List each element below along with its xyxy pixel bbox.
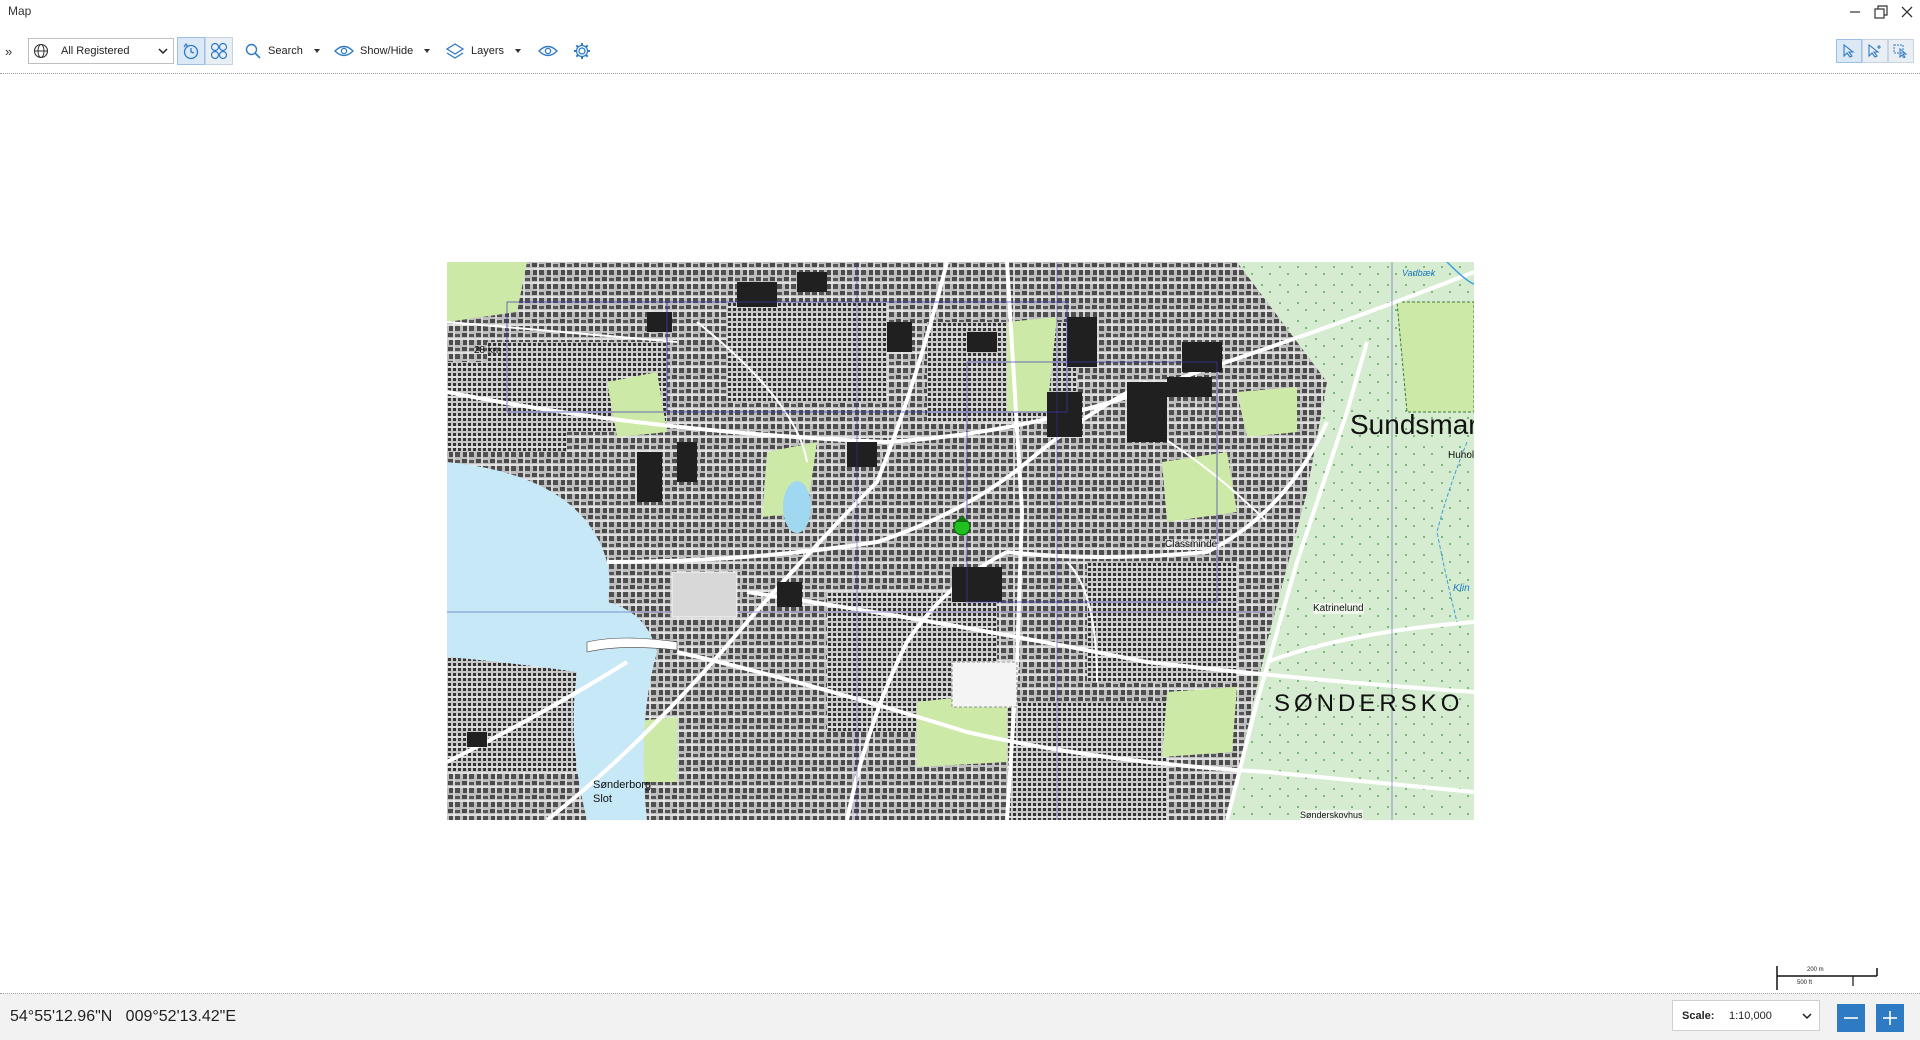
map-label-distance: 28 km bbox=[474, 345, 502, 356]
expand-panel-button[interactable]: » bbox=[5, 36, 19, 66]
close-icon bbox=[1901, 6, 1913, 18]
scale-bar-top-label: 200 m bbox=[1807, 967, 1824, 973]
longitude-value: 009°52'13.42"E bbox=[125, 1008, 237, 1025]
map-label-vadbaek: Vadbæk bbox=[1402, 268, 1436, 278]
map-label-sundsmark: Sundsmar bbox=[1350, 409, 1474, 440]
map-label-katrinelund: Katrinelund bbox=[1313, 603, 1364, 614]
eye-icon bbox=[538, 45, 558, 57]
scale-bar-graphic bbox=[1776, 966, 1878, 990]
cluster-icon bbox=[210, 42, 228, 60]
showhide-label: Show/Hide bbox=[360, 45, 414, 57]
caret-down-icon bbox=[515, 49, 522, 53]
restore-icon bbox=[1874, 5, 1888, 19]
cursor-plus-icon bbox=[1868, 44, 1881, 58]
registration-filter-value: All Registered bbox=[61, 45, 130, 57]
map-label-huhol: Huhol bbox=[1448, 450, 1474, 461]
zoom-out-button[interactable] bbox=[1837, 1004, 1865, 1032]
map-canvas[interactable]: 28 km Sundsmar Huhol Classminde Katrinel… bbox=[447, 262, 1474, 820]
toolbar-divider bbox=[0, 73, 1920, 74]
search-menu-button[interactable]: Search bbox=[244, 36, 321, 66]
cursor-icon bbox=[1843, 44, 1855, 58]
title-bar: Map bbox=[0, 0, 1920, 24]
eye-icon bbox=[334, 45, 354, 57]
showhide-menu-button[interactable]: Show/Hide bbox=[334, 36, 431, 66]
area-select-icon bbox=[1893, 44, 1908, 58]
minimize-button[interactable] bbox=[1842, 0, 1868, 24]
scale-label: Scale: bbox=[1682, 1010, 1715, 1022]
map-label-slot: Slot bbox=[593, 793, 612, 805]
minimize-icon bbox=[1850, 11, 1860, 13]
gear-icon bbox=[574, 43, 590, 59]
visibility-button[interactable] bbox=[538, 36, 558, 66]
scale-bar-bottom-label: 500 ft bbox=[1797, 980, 1813, 986]
toolbar: » All Registered Search Show/Hide Layers bbox=[0, 36, 1920, 66]
close-button[interactable] bbox=[1894, 0, 1920, 24]
scale-bar: 200 m 500 ft bbox=[1775, 960, 1879, 990]
map-label-sonderskov: SØNDERSKO bbox=[1274, 690, 1464, 717]
layers-icon bbox=[445, 43, 465, 59]
map-label-sonderborg: Sønderborg bbox=[593, 779, 652, 791]
registration-filter-select[interactable]: All Registered bbox=[28, 38, 174, 64]
search-icon bbox=[245, 43, 261, 59]
plus-icon bbox=[1883, 1011, 1897, 1025]
window-controls bbox=[1842, 0, 1920, 24]
map-label-sonderskovhus: Sønderskovhus bbox=[1300, 810, 1363, 820]
multi-select-tool-button[interactable] bbox=[1862, 39, 1888, 63]
caret-down-icon bbox=[313, 49, 320, 53]
globe-icon bbox=[33, 43, 49, 59]
caret-down-icon bbox=[424, 49, 431, 53]
zoom-in-button[interactable] bbox=[1876, 1004, 1904, 1032]
cluster-toggle-button[interactable] bbox=[205, 37, 233, 65]
map-label-klin: Klin bbox=[1453, 583, 1470, 594]
select-tool-button[interactable] bbox=[1836, 39, 1862, 63]
coordinate-readout: 54°55'12.96"N 009°52'13.42"E bbox=[10, 1008, 236, 1026]
area-select-tool-button[interactable] bbox=[1888, 39, 1914, 63]
settings-button[interactable] bbox=[573, 36, 591, 66]
history-toggle-button[interactable] bbox=[177, 37, 205, 65]
minus-icon bbox=[1844, 1017, 1858, 1019]
search-label: Search bbox=[268, 45, 303, 57]
restore-button[interactable] bbox=[1868, 0, 1894, 24]
expand-glyph: » bbox=[5, 43, 13, 59]
chevron-down-icon bbox=[158, 48, 168, 55]
layers-label: Layers bbox=[471, 45, 505, 57]
map-image bbox=[447, 262, 1474, 820]
latitude-value: 54°55'12.96"N bbox=[10, 1008, 113, 1025]
history-icon bbox=[183, 42, 199, 60]
map-label-classminde: Classminde bbox=[1165, 539, 1218, 550]
status-bar: 54°55'12.96"N 009°52'13.42"E Scale: 1:10… bbox=[0, 994, 1920, 1040]
scale-select[interactable]: Scale: 1:10,000 bbox=[1672, 1000, 1820, 1031]
scale-value: 1:10,000 bbox=[1729, 1010, 1772, 1022]
layers-menu-button[interactable]: Layers bbox=[445, 36, 522, 66]
window-title: Map bbox=[8, 4, 32, 18]
chevron-down-icon bbox=[1802, 1013, 1812, 1020]
